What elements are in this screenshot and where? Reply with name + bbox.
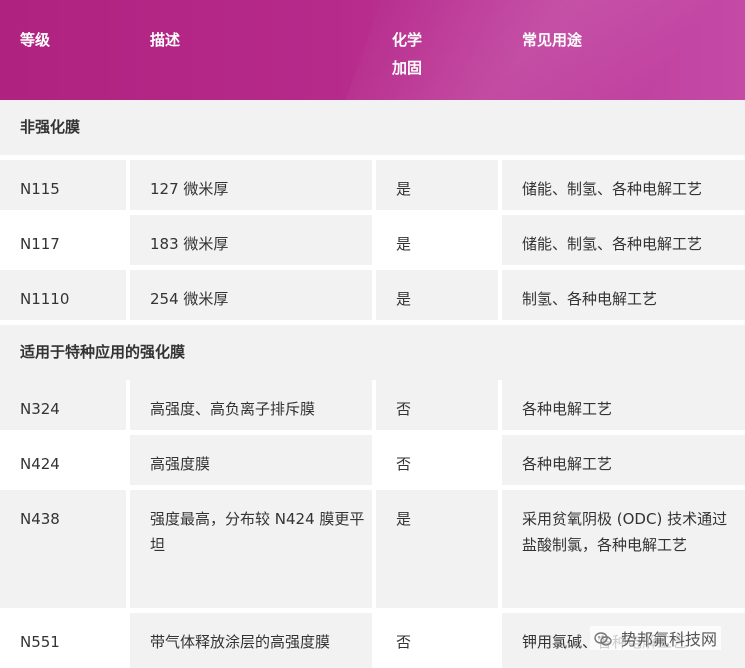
cell-use: 各种电解工艺 xyxy=(502,380,745,430)
header-chem-line2: 加固 xyxy=(392,59,423,77)
cell-chem: 是 xyxy=(376,490,498,608)
cell-description: 高强度、高负离子排斥膜 xyxy=(130,380,372,430)
cell-description: 强度最高，分布较 N424 膜更平坦 xyxy=(130,490,372,608)
cell-use: 储能、制氢、各种电解工艺 xyxy=(502,160,745,210)
cell-grade: N551 xyxy=(20,633,60,651)
cell-description: 127 微米厚 xyxy=(130,160,372,210)
cell-grade: N324 xyxy=(0,380,126,430)
header-chem-line1: 化学 xyxy=(392,31,423,49)
watermark-text: 势邦氟科技网 xyxy=(620,630,717,649)
cell-use: 储能、制氢、各种电解工艺 xyxy=(502,215,745,265)
cell-chem: 否 xyxy=(396,455,412,473)
section-label: 非强化膜 xyxy=(20,118,81,136)
cell-use: 采用贫氧阴极 (ODC) 技术通过盐酸制氯，各种电解工艺 xyxy=(502,490,745,608)
cell-grade: N117 xyxy=(20,235,60,253)
section-label: 适用于特种应用的强化膜 xyxy=(20,343,186,361)
cell-grade: N424 xyxy=(20,455,60,473)
cell-chem: 否 xyxy=(376,380,498,430)
cell-chem: 是 xyxy=(376,270,498,320)
table-row: N438 强度最高，分布较 N424 膜更平坦 是 采用贫氧阴极 (ODC) 技… xyxy=(0,490,745,608)
cell-description: 带气体释放涂层的高强度膜 xyxy=(130,613,372,668)
cell-use: 制氢、各种电解工艺 xyxy=(502,270,745,320)
table-row: N117 183 微米厚 是 储能、制氢、各种电解工艺 xyxy=(0,215,745,265)
header-chemical-reinforced: 化学 加固 xyxy=(392,26,422,82)
table-header: 等级 描述 化学 加固 常见用途 xyxy=(0,0,745,100)
cell-description: 254 微米厚 xyxy=(130,270,372,320)
header-description: 描述 xyxy=(150,31,181,49)
section-reinforced: 适用于特种应用的强化膜 xyxy=(0,325,745,380)
table-row: N324 高强度、高负离子排斥膜 否 各种电解工艺 xyxy=(0,380,745,430)
header-common-use: 常见用途 xyxy=(522,31,583,49)
table-row: N1110 254 微米厚 是 制氢、各种电解工艺 xyxy=(0,270,745,320)
cell-description: 高强度膜 xyxy=(130,435,372,485)
cell-grade: N1110 xyxy=(0,270,126,320)
cell-use: 各种电解工艺 xyxy=(502,435,745,485)
header-grade: 等级 xyxy=(20,31,51,49)
cell-chem: 是 xyxy=(396,235,412,253)
cell-description: 183 微米厚 xyxy=(130,215,372,265)
table-row: N424 高强度膜 否 各种电解工艺 xyxy=(0,435,745,485)
section-non-reinforced: 非强化膜 xyxy=(0,100,745,155)
table-row: N115 127 微米厚 是 储能、制氢、各种电解工艺 xyxy=(0,160,745,210)
cell-chem: 是 xyxy=(376,160,498,210)
cell-chem: 否 xyxy=(396,633,412,651)
cell-grade: N438 xyxy=(0,490,126,608)
wechat-icon xyxy=(594,632,612,646)
membrane-grade-table: 等级 描述 化学 加固 常见用途 非强化膜 N115 127 微米厚 是 储能、… xyxy=(0,0,745,668)
watermark: 势邦氟科技网 xyxy=(589,626,721,650)
cell-grade: N115 xyxy=(0,160,126,210)
